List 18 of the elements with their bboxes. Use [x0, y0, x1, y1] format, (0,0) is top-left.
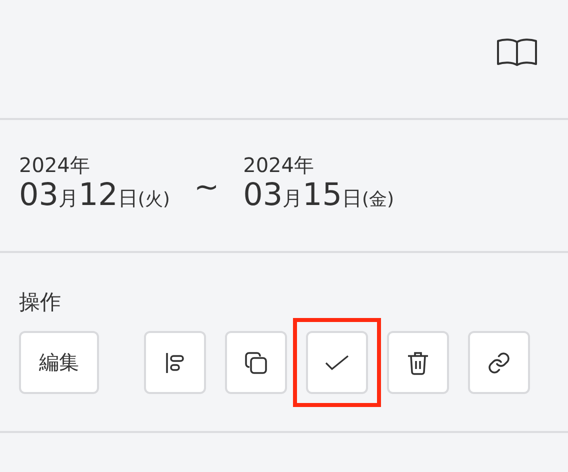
year-text: 2024年 — [19, 153, 91, 177]
book-icon[interactable] — [496, 37, 538, 67]
copy-button[interactable] — [225, 331, 287, 394]
check-button[interactable] — [306, 331, 368, 394]
copy-icon — [244, 350, 268, 374]
year-text: 2024年 — [243, 153, 315, 177]
date-text: 03月 15 日(金) — [243, 177, 394, 215]
trash-button[interactable] — [387, 331, 449, 394]
edit-button[interactable]: 編集 — [19, 331, 99, 394]
trash-icon — [407, 350, 429, 374]
section-title: 操作 — [19, 289, 62, 316]
link-button[interactable] — [468, 331, 530, 394]
link-icon — [487, 350, 511, 374]
date-text: 03月 12 日(火) — [19, 177, 170, 215]
align-button[interactable] — [144, 331, 206, 394]
range-separator: ~ — [194, 169, 220, 205]
check-icon — [325, 354, 349, 370]
align-icon — [164, 350, 186, 374]
